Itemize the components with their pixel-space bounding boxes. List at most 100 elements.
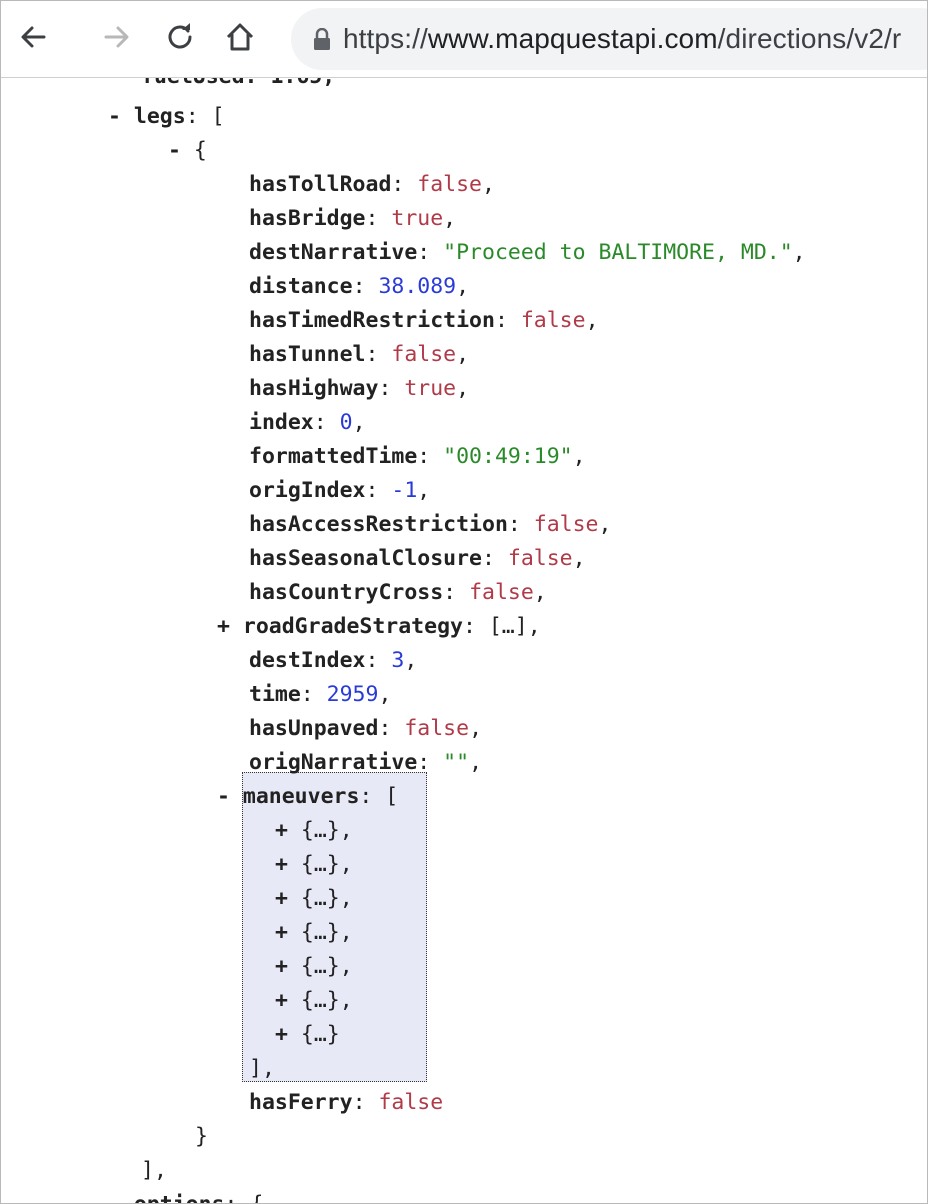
json-line-cut: fuelUsed: 1.65, xyxy=(141,78,335,94)
home-button[interactable] xyxy=(218,15,262,59)
json-property-line: origIndex: -1, xyxy=(249,474,430,508)
maneuver-collapsed-object[interactable]: {…} xyxy=(301,852,340,877)
property-value: false xyxy=(404,716,470,741)
json-property-line: hasAccessRestriction: false, xyxy=(249,508,611,542)
url-text: https://www.mapquestapi.com/directions/v… xyxy=(343,23,901,55)
roadgrade-expand-toggle[interactable]: + xyxy=(217,614,230,639)
property-value: 0 xyxy=(339,410,353,435)
property-trail: , xyxy=(456,274,470,299)
json-viewer: fuelUsed: 1.65, - legs: [ - { hasTollRoa… xyxy=(1,78,927,1203)
reload-button[interactable] xyxy=(158,15,202,59)
options-open-brace: : { xyxy=(225,1192,264,1203)
json-property-line: hasCountryCross: false, xyxy=(249,576,547,610)
json-property-line: hasTunnel: false, xyxy=(249,338,469,372)
property-value: false xyxy=(417,172,483,197)
maneuver-collapsed-object[interactable]: {…} xyxy=(301,1022,340,1047)
property-key: destIndex xyxy=(249,648,366,673)
maneuver-collapsed-object[interactable]: {…} xyxy=(301,920,340,945)
maneuver-space xyxy=(288,886,301,911)
property-value: "" xyxy=(443,750,470,775)
property-trail: , xyxy=(598,512,612,537)
json-property-line: hasTollRoad: false, xyxy=(249,168,495,202)
property-key: hasAccessRestriction xyxy=(249,512,508,537)
maneuver-expand-toggle[interactable]: + xyxy=(275,818,288,843)
maneuver-expand-toggle[interactable]: + xyxy=(275,954,288,979)
property-key: hasTimedRestriction xyxy=(249,308,495,333)
property-value: "Proceed to BALTIMORE, MD." xyxy=(443,240,793,265)
property-value: true xyxy=(391,206,444,231)
maneuver-trail: , xyxy=(339,852,353,877)
maneuver-space xyxy=(288,988,301,1013)
property-key: hasUnpaved xyxy=(249,716,379,741)
property-value: false xyxy=(391,342,457,367)
property-trail: , xyxy=(792,240,806,265)
legs-close-bracket: ], xyxy=(141,1158,167,1183)
property-trail: , xyxy=(469,716,483,741)
json-property-line: hasBridge: true, xyxy=(249,202,456,236)
property-value: false xyxy=(520,308,586,333)
options-collapse-toggle[interactable]: - xyxy=(108,1192,121,1203)
maneuver-space xyxy=(288,920,301,945)
maneuver-trail: , xyxy=(339,988,353,1013)
property-value: false xyxy=(533,512,599,537)
json-property-line: formattedTime: "00:49:19", xyxy=(249,440,586,474)
back-button[interactable] xyxy=(11,15,55,59)
maneuver-item: + {…}, xyxy=(275,950,353,984)
property-key: hasSeasonalClosure xyxy=(249,546,482,571)
maneuver-collapsed-object[interactable]: {…} xyxy=(301,988,340,1013)
json-line-leg0: - { xyxy=(168,134,207,168)
forward-arrow-icon xyxy=(104,26,129,48)
maneuver-expand-toggle[interactable]: + xyxy=(275,988,288,1013)
leg0-close-brace: } xyxy=(195,1124,208,1149)
maneuver-collapsed-object[interactable]: {…} xyxy=(301,818,340,843)
property-trail: , xyxy=(417,478,431,503)
json-line-maneuvers-close: ], xyxy=(249,1052,275,1086)
json-line-hasferry: hasFerry: false xyxy=(249,1086,443,1120)
property-colon: : xyxy=(365,206,392,231)
maneuver-trail: , xyxy=(339,818,353,843)
property-key: origNarrative xyxy=(249,750,418,775)
maneuver-expand-toggle[interactable]: + xyxy=(275,920,288,945)
property-trail: , xyxy=(585,308,599,333)
roadgrade-colon: : xyxy=(462,614,489,639)
maneuver-item: + {…}, xyxy=(275,848,353,882)
property-key: hasBridge xyxy=(249,206,366,231)
property-value: "00:49:19" xyxy=(443,444,573,469)
maneuvers-key: maneuvers xyxy=(242,784,360,809)
browser-toolbar: https://www.mapquestapi.com/directions/v… xyxy=(1,1,927,78)
home-icon xyxy=(226,23,254,51)
maneuver-expand-toggle[interactable]: + xyxy=(275,886,288,911)
roadgrade-collapsed-value[interactable]: […] xyxy=(489,614,528,639)
maneuver-trail: , xyxy=(339,886,353,911)
json-property-line: time: 2959, xyxy=(249,678,391,712)
maneuver-expand-toggle[interactable]: + xyxy=(275,1022,288,1047)
property-colon: : xyxy=(352,274,379,299)
forward-button[interactable] xyxy=(95,15,139,59)
leg0-collapse-toggle[interactable]: - xyxy=(168,138,181,163)
legs-collapse-toggle[interactable]: - xyxy=(108,104,121,129)
json-line-legs-close: ], xyxy=(141,1154,167,1188)
maneuvers-collapse-toggle[interactable]: - xyxy=(217,784,230,809)
property-colon: : xyxy=(378,716,405,741)
property-trail: , xyxy=(456,376,470,401)
maneuver-collapsed-object[interactable]: {…} xyxy=(301,886,340,911)
property-colon: : xyxy=(494,308,521,333)
address-bar[interactable]: https://www.mapquestapi.com/directions/v… xyxy=(291,8,927,70)
json-property-line: index: 0, xyxy=(249,406,366,440)
maneuver-collapsed-object[interactable]: {…} xyxy=(301,954,340,979)
legs-open-bracket: : [ xyxy=(185,104,225,129)
url-scheme: https:// xyxy=(343,23,428,54)
browser-window: https://www.mapquestapi.com/directions/v… xyxy=(0,0,928,1204)
property-key: hasTollRoad xyxy=(249,172,392,197)
property-key: index xyxy=(249,410,314,435)
property-colon: : xyxy=(443,580,470,605)
maneuver-expand-toggle[interactable]: + xyxy=(275,852,288,877)
maneuver-trail: , xyxy=(339,954,353,979)
property-trail: , xyxy=(533,580,547,605)
property-key: destNarrative xyxy=(249,240,418,265)
legs-key: legs xyxy=(133,104,186,129)
property-value: false xyxy=(507,546,573,571)
maneuver-item: + {…}, xyxy=(275,814,353,848)
hasferry-colon: : xyxy=(352,1090,379,1115)
lock-icon xyxy=(314,28,330,50)
